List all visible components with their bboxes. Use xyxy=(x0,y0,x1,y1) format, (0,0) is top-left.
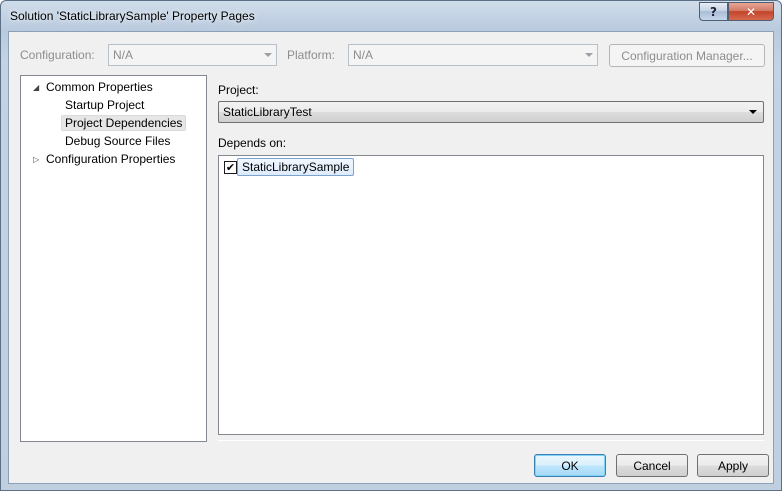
close-button[interactable]: ✕ xyxy=(728,2,774,21)
property-tree[interactable]: ◢ Common Properties Startup Project Proj… xyxy=(20,75,207,442)
close-icon: ✕ xyxy=(745,4,757,19)
configuration-value: N/A xyxy=(113,48,134,62)
chevron-down-icon xyxy=(264,53,272,57)
project-value: StaticLibraryTest xyxy=(223,105,312,119)
platform-label: Platform: xyxy=(287,48,336,62)
tree-item-common-properties[interactable]: Common Properties xyxy=(46,80,153,94)
tree-item-configuration-properties[interactable]: Configuration Properties xyxy=(46,152,175,166)
depends-on-label: Depends on: xyxy=(218,136,287,150)
chevron-down-icon xyxy=(585,53,593,57)
ok-button[interactable]: OK xyxy=(534,454,606,477)
property-pages-window: Solution 'StaticLibrarySample' Property … xyxy=(0,0,782,491)
tree-item-startup-project[interactable]: Startup Project xyxy=(65,98,144,112)
dependency-checkbox[interactable]: ✔ xyxy=(224,161,237,174)
window-title: Solution 'StaticLibrarySample' Property … xyxy=(10,9,255,23)
apply-button[interactable]: Apply xyxy=(697,454,769,477)
collapsed-arrow-icon[interactable]: ▷ xyxy=(33,155,39,164)
dependency-name[interactable]: StaticLibrarySample xyxy=(237,158,355,176)
platform-dropdown[interactable]: N/A xyxy=(348,44,598,66)
cancel-button[interactable]: Cancel xyxy=(616,454,688,477)
project-label: Project: xyxy=(218,83,259,97)
tree-item-project-dependencies[interactable]: Project Dependencies xyxy=(61,115,187,131)
configuration-manager-button[interactable]: Configuration Manager... xyxy=(609,44,765,67)
project-dropdown[interactable]: StaticLibraryTest xyxy=(218,101,764,123)
configuration-dropdown[interactable]: N/A xyxy=(108,44,277,66)
dialog-client-area: Configuration: N/A Platform: N/A Configu… xyxy=(8,31,774,484)
help-icon: ? xyxy=(710,4,717,19)
footer-divider xyxy=(218,440,764,441)
checkmark-icon: ✔ xyxy=(225,161,236,174)
dependencies-list[interactable]: ✔ StaticLibrarySample xyxy=(218,155,764,435)
help-button[interactable]: ? xyxy=(699,2,728,21)
expanded-arrow-icon[interactable]: ◢ xyxy=(33,83,39,92)
title-bar[interactable]: Solution 'StaticLibrarySample' Property … xyxy=(1,1,781,31)
tree-item-debug-source-files[interactable]: Debug Source Files xyxy=(65,134,170,148)
chevron-down-icon xyxy=(749,110,757,114)
configuration-label: Configuration: xyxy=(20,48,95,62)
platform-value: N/A xyxy=(353,48,374,62)
